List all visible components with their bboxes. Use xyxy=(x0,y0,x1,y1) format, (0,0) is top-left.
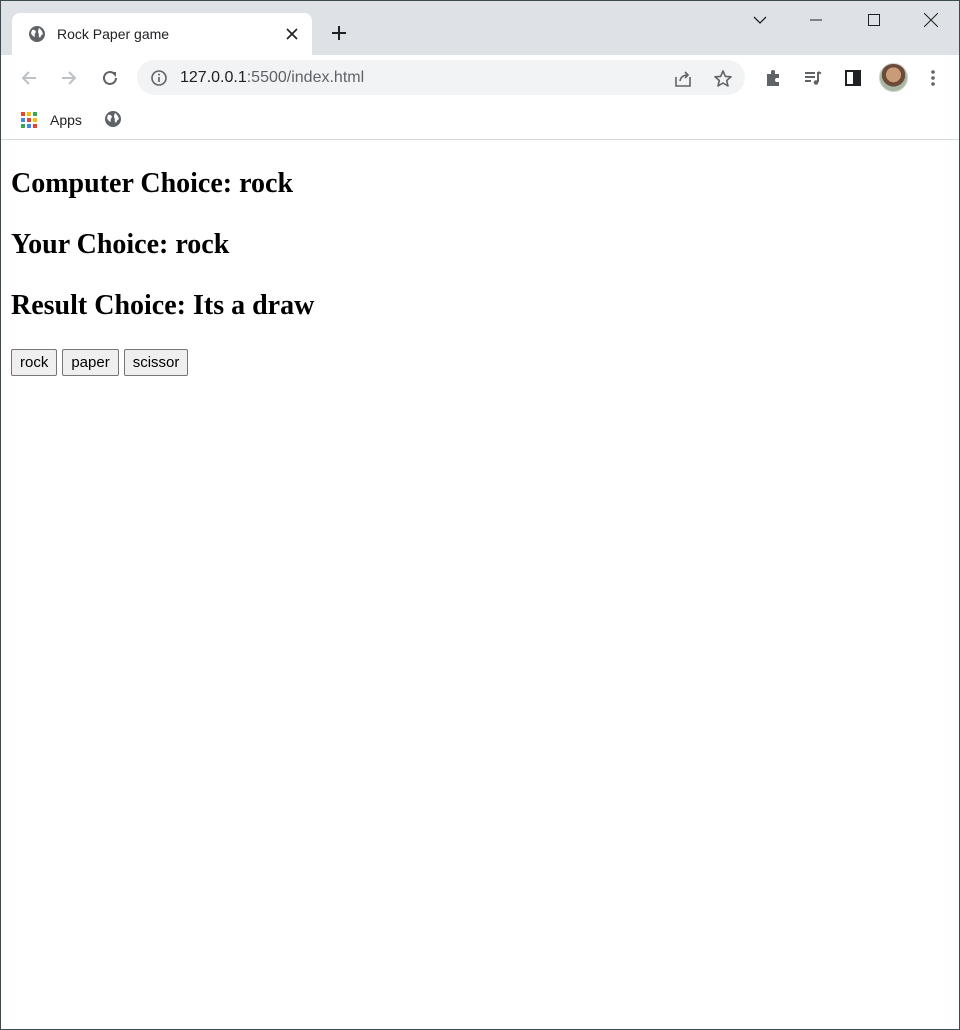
browser-window: Rock Paper game 127.0.0.1:5500/index.htm… xyxy=(0,0,960,1030)
choice-buttons: rock paper scissor xyxy=(11,349,189,376)
side-panel-icon[interactable] xyxy=(839,64,867,92)
tab-strip: Rock Paper game xyxy=(1,1,959,55)
apps-label: Apps xyxy=(50,112,82,128)
browser-toolbar: 127.0.0.1:5500/index.html xyxy=(1,55,959,101)
profile-avatar[interactable] xyxy=(879,63,908,92)
media-control-icon[interactable] xyxy=(799,64,827,92)
tab-search-icon[interactable] xyxy=(745,5,775,35)
extensions-icon[interactable] xyxy=(759,64,787,92)
menu-icon[interactable] xyxy=(919,64,947,92)
maximize-button[interactable] xyxy=(859,5,889,35)
bookmarks-bar: Apps xyxy=(1,101,959,140)
address-bar[interactable]: 127.0.0.1:5500/index.html xyxy=(137,60,745,95)
new-tab-button[interactable] xyxy=(327,21,351,45)
share-icon[interactable] xyxy=(671,67,695,91)
url-text[interactable]: 127.0.0.1:5500/index.html xyxy=(180,68,364,88)
url-host: 127.0.0.1 xyxy=(180,69,247,86)
scissor-button[interactable]: scissor xyxy=(123,349,189,376)
computer-choice-heading: Computer Choice: rock xyxy=(11,168,294,199)
url-path: :5500/index.html xyxy=(246,69,365,86)
minimize-button[interactable] xyxy=(801,5,831,35)
paper-button[interactable]: paper xyxy=(62,349,119,376)
forward-button[interactable] xyxy=(55,64,83,92)
bookmark-apps[interactable]: Apps xyxy=(21,109,82,131)
bookmark-star-icon[interactable] xyxy=(711,67,735,91)
result-heading: Result Choice: Its a draw xyxy=(11,290,315,321)
your-choice-heading: Your Choice: rock xyxy=(11,229,230,260)
globe-icon xyxy=(28,25,46,43)
window-close-button[interactable] xyxy=(916,5,946,35)
reload-button[interactable] xyxy=(96,64,124,92)
apps-grid-icon xyxy=(21,111,38,129)
page-content: Computer Choice: rock Your Choice: rock … xyxy=(1,141,959,1029)
bookmark-globe-icon[interactable] xyxy=(103,109,123,129)
rock-button[interactable]: rock xyxy=(11,349,58,376)
tab-title: Rock Paper game xyxy=(57,26,170,42)
back-button[interactable] xyxy=(15,64,43,92)
close-icon[interactable] xyxy=(282,24,302,44)
tab-active[interactable]: Rock Paper game xyxy=(12,13,312,55)
info-icon[interactable] xyxy=(149,68,169,88)
